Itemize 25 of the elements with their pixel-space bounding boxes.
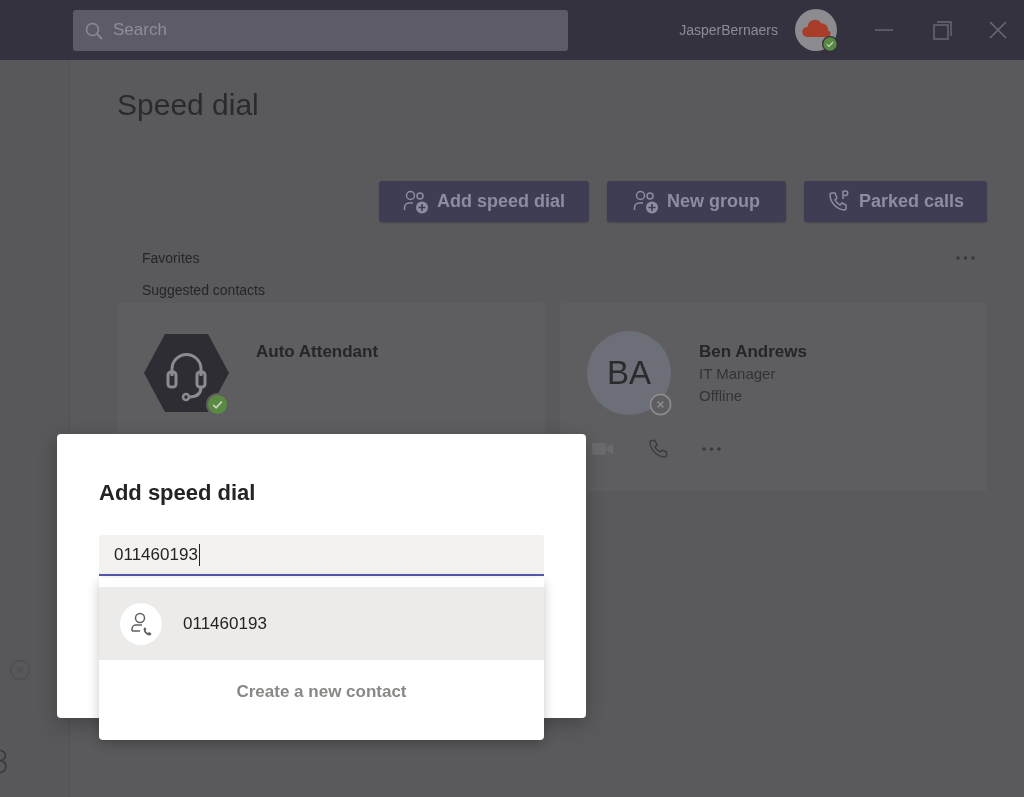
action-button[interactable]: Parked calls xyxy=(804,181,987,222)
minimize-icon xyxy=(875,29,893,31)
create-contact-button[interactable]: Create a new contact xyxy=(236,682,407,702)
people-add-icon xyxy=(403,189,429,214)
close-icon xyxy=(988,21,1007,39)
contact-name: Auto Attendant xyxy=(256,341,379,363)
suggestion-item[interactable]: 011460193 xyxy=(99,587,544,660)
number-input-field[interactable]: 011460193 xyxy=(99,535,544,576)
initials-avatar: BA xyxy=(587,331,671,415)
user-name: JasperBernaers xyxy=(679,22,778,38)
people-add-icon xyxy=(633,189,659,214)
more-options-icon[interactable] xyxy=(702,447,721,451)
action-button[interactable]: Add speed dial xyxy=(379,181,589,222)
restore-icon xyxy=(932,20,952,40)
call-button[interactable] xyxy=(648,439,668,459)
action-button[interactable]: New group xyxy=(607,181,786,222)
phone-icon xyxy=(648,439,668,459)
phone-p-icon xyxy=(826,189,851,214)
text-cursor-icon xyxy=(198,543,200,566)
contact-name: Ben Andrews xyxy=(699,341,807,363)
hexagon-headset-icon xyxy=(144,334,229,412)
more-options-icon[interactable] xyxy=(956,256,975,260)
search-icon xyxy=(85,21,103,40)
person-phone-icon xyxy=(120,602,162,645)
curve-icon[interactable] xyxy=(0,749,7,774)
